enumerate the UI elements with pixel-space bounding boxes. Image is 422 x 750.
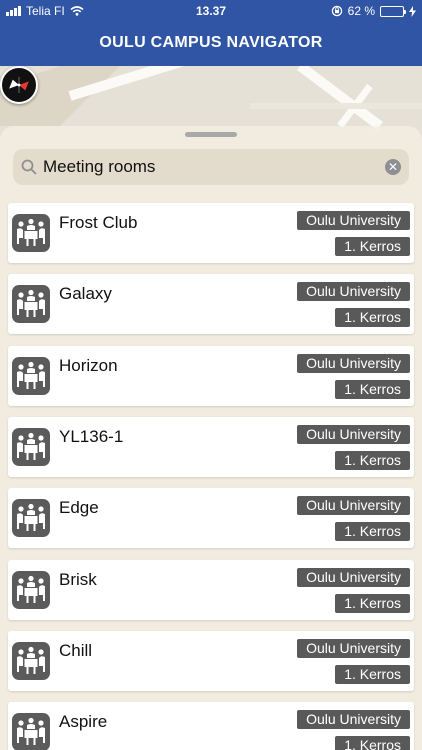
- room-list-item[interactable]: Frost Club Oulu University 1. Kerros: [8, 203, 414, 263]
- search-bar[interactable]: ✕: [13, 149, 409, 185]
- meeting-room-icon: [12, 214, 50, 252]
- app-header: Telia FI 13.37 62 % OULU CAMPUS NAVIGATO…: [0, 0, 422, 66]
- room-list-item[interactable]: YL136-1 Oulu University 1. Kerros: [8, 417, 414, 477]
- battery-percent: 62 %: [347, 4, 375, 18]
- room-list-item[interactable]: Horizon Oulu University 1. Kerros: [8, 346, 414, 406]
- search-icon: [21, 159, 37, 175]
- meeting-room-icon: [12, 357, 50, 395]
- floor-badge: 1. Kerros: [335, 522, 410, 541]
- room-list-item[interactable]: Edge Oulu University 1. Kerros: [8, 488, 414, 548]
- room-list-item[interactable]: Aspire Oulu University 1. Kerros: [8, 702, 414, 750]
- room-name: Galaxy: [59, 284, 112, 303]
- room-name: YL136-1: [59, 427, 124, 446]
- orientation-lock-icon: [331, 5, 342, 17]
- search-input[interactable]: [43, 153, 373, 181]
- room-name: Frost Club: [59, 213, 138, 232]
- charging-icon: [409, 5, 416, 17]
- room-name: Edge: [59, 498, 99, 517]
- sheet-drag-handle[interactable]: [185, 132, 237, 137]
- meeting-room-icon: [12, 428, 50, 466]
- room-name: Aspire: [59, 712, 108, 731]
- room-name: Chill: [59, 641, 93, 660]
- organization-badge: Oulu University: [297, 211, 410, 230]
- meeting-room-icon: [12, 499, 50, 537]
- room-list-item[interactable]: Galaxy Oulu University 1. Kerros: [8, 274, 414, 334]
- room-list-item[interactable]: Chill Oulu University 1. Kerros: [8, 631, 414, 691]
- status-bar: Telia FI 13.37 62 %: [0, 0, 422, 22]
- battery-icon: [380, 5, 406, 17]
- room-name: Brisk: [59, 570, 97, 589]
- organization-badge: Oulu University: [297, 710, 410, 729]
- meeting-room-icon: [12, 571, 50, 609]
- compass-icon[interactable]: [0, 66, 38, 104]
- organization-badge: Oulu University: [297, 425, 410, 444]
- organization-badge: Oulu University: [297, 354, 410, 373]
- floor-badge: 1. Kerros: [335, 380, 410, 399]
- room-name: Horizon: [59, 356, 118, 375]
- room-list-item[interactable]: Brisk Oulu University 1. Kerros: [8, 560, 414, 620]
- floor-badge: 1. Kerros: [335, 451, 410, 470]
- floor-badge: 1. Kerros: [335, 308, 410, 327]
- floor-badge: 1. Kerros: [335, 237, 410, 256]
- results-sheet: ✕ Frost Club Oulu University 1. Kerros: [0, 126, 422, 750]
- floor-badge: 1. Kerros: [335, 665, 410, 684]
- floor-badge: 1. Kerros: [335, 594, 410, 613]
- meeting-room-icon: [12, 713, 50, 750]
- app-title: OULU CAMPUS NAVIGATOR: [99, 34, 323, 51]
- clear-icon[interactable]: ✕: [385, 159, 401, 175]
- organization-badge: Oulu University: [297, 282, 410, 301]
- floor-badge: 1. Kerros: [335, 736, 410, 750]
- meeting-room-icon: [12, 285, 50, 323]
- organization-badge: Oulu University: [297, 639, 410, 658]
- meeting-room-icon: [12, 642, 50, 680]
- organization-badge: Oulu University: [297, 568, 410, 587]
- organization-badge: Oulu University: [297, 496, 410, 515]
